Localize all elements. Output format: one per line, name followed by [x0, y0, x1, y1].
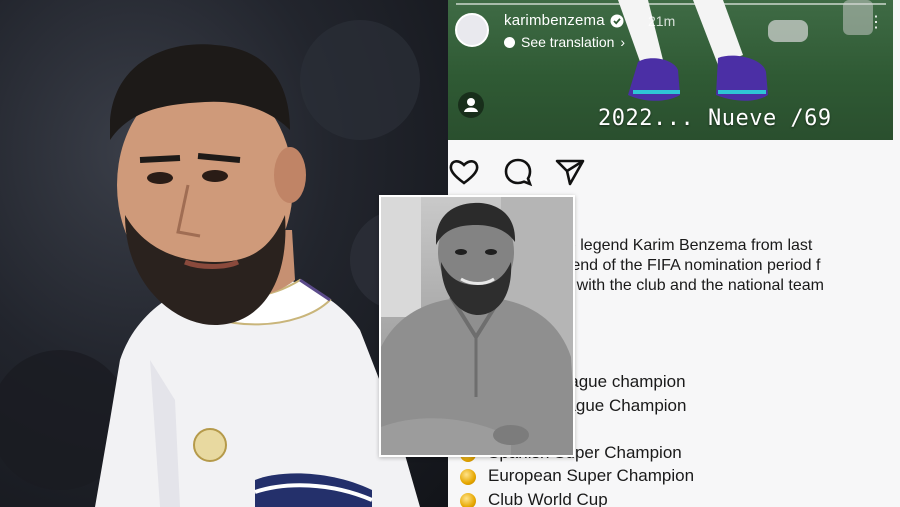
verified-icon — [610, 14, 624, 28]
share-icon[interactable] — [554, 156, 586, 188]
medal-icon — [460, 469, 476, 486]
trophy-label: European Super Champion — [488, 466, 695, 486]
post-caption-line: he legend Karim Benzema from last — [558, 237, 813, 254]
see-translation-label: See translation — [521, 34, 615, 50]
chevron-right-icon: › — [620, 34, 626, 50]
comment-icon[interactable] — [502, 156, 534, 188]
more-icon[interactable]: ⋮ — [868, 15, 884, 31]
story-frame[interactable]: karimbenzema 21m See translation › ⋮ 202… — [448, 0, 893, 140]
bw-portrait-illustration — [381, 197, 573, 455]
medal-icon — [460, 492, 476, 507]
post-caption: he legend Karim Benzema from last e end … — [558, 236, 824, 296]
heart-icon[interactable] — [448, 156, 480, 188]
post-caption-line: rd with the club and the national team — [558, 277, 824, 294]
trophy-label: Club World Cup — [488, 489, 608, 507]
avatar[interactable] — [455, 13, 489, 47]
story-caption: 2022... Nueve /69 — [598, 106, 832, 131]
profile-icon[interactable] — [458, 92, 484, 118]
story-username[interactable]: karimbenzema — [504, 12, 605, 29]
translate-icon — [504, 36, 515, 48]
post-caption-line: e end of the FIFA nomination period f — [558, 257, 821, 274]
bw-portrait-photo — [379, 195, 575, 457]
see-translation-link[interactable]: See translation › — [504, 34, 625, 50]
story-time: 21m — [648, 13, 676, 29]
